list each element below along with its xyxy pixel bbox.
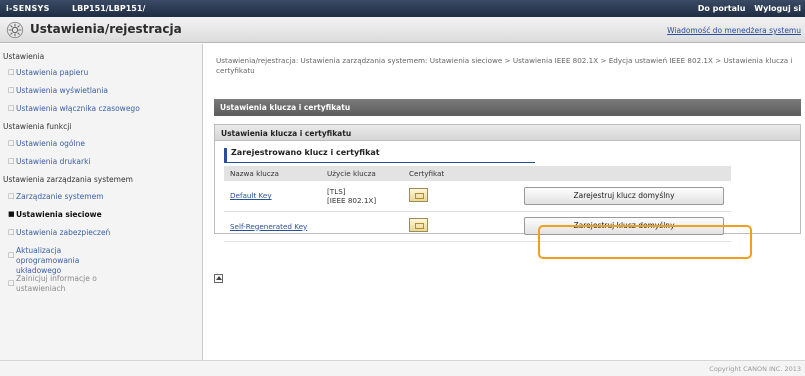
bullet-icon: □ [8,68,15,76]
highlight-frame [538,225,752,259]
sidebar-item-display[interactable]: □ Ustawienia wyświetlania [8,86,108,96]
sidebar-item-init-settings[interactable]: □ Zainicjuj informacje o ustawieniach [8,274,113,294]
register-default-key-button[interactable]: Zarejestruj klucz domyślny [524,186,724,205]
col-action [463,166,731,181]
bullet-icon: □ [8,86,15,94]
col-key-name: Nazwa klucza [224,166,321,181]
key-usage-cell [321,211,403,242]
bullet-icon: □ [8,251,15,259]
model-name: LBP151/LBP151/ [72,4,146,13]
brand-logo: i-SENSYS [6,4,50,13]
panel-title: Ustawienia klucza i certyfikatu [215,125,800,141]
bullet-icon: □ [8,104,15,112]
certificate-icon[interactable] [409,218,428,232]
main-content: Ustawienia/rejestracja: Ustawienia zarzą… [204,44,805,360]
key-cert-panel: Ustawienia klucza i certyfikatu Zarejest… [214,124,801,242]
sidebar-item-printer[interactable]: □ Ustawienia drukarki [8,157,91,167]
subsection-underline [224,162,535,163]
active-bullet-icon: ■ [8,210,15,218]
sidebar: Ustawienia □ Ustawienia papieru □ Ustawi… [0,44,203,360]
sidebar-heading-system: Ustawienia zarządzania systemem [3,175,133,184]
col-certificate: Certyfikat [403,166,463,181]
key-usage-cell: [TLS] [IEEE 802.1X] [321,181,403,212]
title-bar: Ustawienia/rejestracja Wiadomość do mene… [0,17,805,43]
col-key-usage: Użycie klucza [321,166,403,181]
sidebar-item-general[interactable]: □ Ustawienia ogólne [8,139,85,149]
settings-gear-icon [6,21,24,39]
breadcrumb: Ustawienia/rejestracja: Ustawienia zarzą… [216,56,793,75]
certificate-icon[interactable] [409,187,428,202]
copyright-text: Copyright CANON INC. 2013 [709,365,801,373]
bullet-icon: □ [8,139,15,147]
message-admin-link[interactable]: Wiadomość do menedżera systemu [667,26,801,35]
sidebar-heading-settings: Ustawienia [3,52,45,61]
bullet-icon: □ [8,228,15,236]
logout-link[interactable]: Wyloguj si [754,4,801,13]
key-link-self-regenerated[interactable]: Self-Regenerated Key [230,222,307,231]
page-title: Ustawienia/rejestracja [30,22,182,36]
sidebar-item-network[interactable]: ■ Ustawienia sieciowe [8,210,102,220]
sidebar-heading-functions: Ustawienia funkcji [3,122,72,131]
key-link-default[interactable]: Default Key [230,191,272,200]
bullet-icon: □ [8,157,15,165]
back-to-top-icon[interactable] [214,274,223,283]
top-bar: i-SENSYS LBP151/LBP151/ Do portalu Wylog… [0,0,805,17]
sidebar-item-security[interactable]: □ Ustawienia zabezpieczeń [8,228,110,238]
section-title-bar: Ustawienia klucza i certyfikatu [214,99,801,116]
sidebar-item-paper[interactable]: □ Ustawienia papieru [8,68,88,78]
sidebar-item-system-management[interactable]: □ Zarządzanie systemem [8,192,104,202]
subsection-title: Zarejestrowano klucz i certyfikat [224,148,380,162]
sidebar-item-firmware-update[interactable]: □ Aktualizacja oprogramowania układowego [8,246,123,276]
bullet-icon: □ [8,192,15,200]
bullet-icon: □ [8,279,15,287]
top-links: Do portalu Wyloguj si [692,4,801,13]
table-row: Default Key [TLS] [IEEE 802.1X] Zarejest… [224,181,731,212]
footer: Copyright CANON INC. 2013 [0,360,805,376]
portal-link[interactable]: Do portalu [698,4,746,13]
sidebar-item-timer[interactable]: □ Ustawienia włącznika czasowego [8,104,140,114]
